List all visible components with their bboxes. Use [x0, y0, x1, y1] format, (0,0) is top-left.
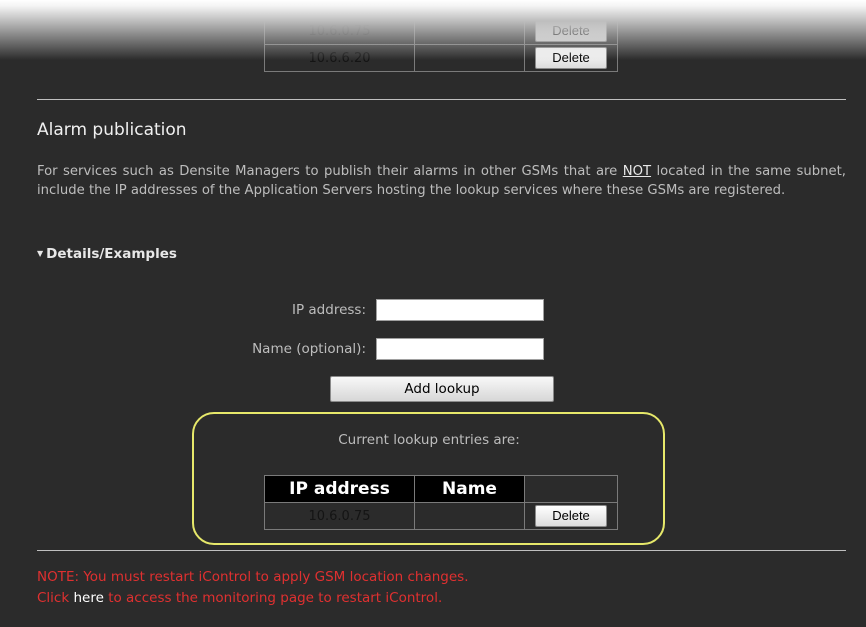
column-header-ip: IP address	[264, 475, 415, 503]
delete-button[interactable]: Delete	[535, 505, 607, 527]
upper-lookup-table: 10.6.0.75 Delete 10.6.6.20 Delete	[264, 0, 618, 72]
description-emphasis: NOT	[622, 164, 652, 179]
lookup-table: IP address Name 10.6.0.75 Delete	[264, 475, 618, 530]
table-cell-name	[414, 0, 525, 18]
ip-address-input[interactable]	[376, 299, 544, 321]
section-title: Alarm publication	[37, 120, 187, 140]
table-row: 10.6.0.75 Delete	[264, 17, 618, 45]
table-cell-action: Delete	[524, 17, 618, 45]
name-label: Name (optional):	[252, 341, 366, 357]
lookup-caption: Current lookup entries are:	[338, 432, 520, 448]
table-header-row: IP address Name	[264, 475, 618, 503]
column-header-name: Name	[414, 475, 525, 503]
description-text: For services such as Densite Managers to…	[37, 164, 623, 179]
add-lookup-button[interactable]: Add lookup	[330, 376, 554, 402]
table-row: 10.6.0.75 Delete	[264, 502, 618, 530]
table-row: 10.6.6.20 Delete	[264, 44, 618, 72]
restart-link-line: Click here to access the monitoring page…	[37, 590, 442, 606]
here-link[interactable]: here	[73, 590, 103, 606]
caret-down-icon: ▼	[37, 249, 44, 258]
table-cell-ip	[264, 0, 415, 18]
table-row	[264, 0, 618, 18]
column-header-action	[524, 475, 618, 503]
table-cell-name	[414, 44, 525, 72]
table-cell-ip: 10.6.0.75	[264, 502, 415, 530]
table-cell-name	[414, 502, 525, 530]
name-input[interactable]	[376, 338, 544, 360]
click-text: Click	[37, 590, 70, 606]
ip-address-label: IP address:	[292, 302, 366, 318]
table-cell-ip: 10.6.0.75	[264, 17, 415, 45]
details-toggle[interactable]: ▼ Details/Examples	[37, 246, 177, 262]
section-description: For services such as Densite Managers to…	[37, 162, 846, 200]
table-cell-action: Delete	[524, 44, 618, 72]
table-cell-ip: 10.6.6.20	[264, 44, 415, 72]
table-cell-action	[524, 0, 618, 18]
divider	[37, 99, 846, 100]
table-cell-name	[414, 17, 525, 45]
details-label: Details/Examples	[46, 246, 177, 262]
delete-button[interactable]: Delete	[535, 20, 607, 42]
delete-button[interactable]: Delete	[535, 47, 607, 69]
table-cell-action: Delete	[524, 502, 618, 530]
divider	[37, 550, 846, 551]
restart-link-text: to access the monitoring page to restart…	[108, 590, 443, 606]
restart-note: NOTE: You must restart iControl to apply…	[37, 569, 469, 585]
